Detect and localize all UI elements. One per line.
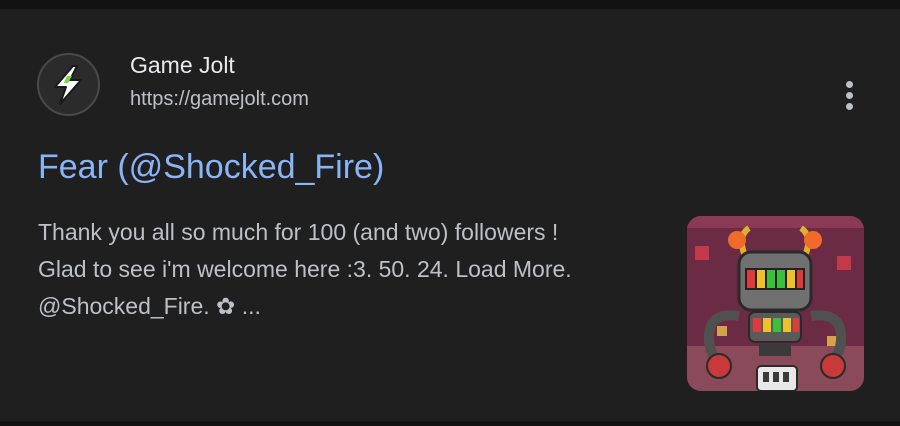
bottom-edge	[0, 421, 900, 426]
snippet-line: Thank you all so much for 100 (and two) …	[38, 219, 559, 245]
robot-character-image	[687, 216, 864, 391]
top-edge	[0, 0, 900, 9]
snippet-line: Glad to see i'm welcome here :3. 50. 24.…	[38, 256, 572, 282]
more-vert-icon-dot	[845, 91, 853, 99]
lightning-bolt-icon	[53, 64, 82, 105]
more-vert-icon	[845, 80, 853, 88]
snippet-line: @Shocked_Fire. ✿ ...	[38, 293, 261, 319]
more-options-button[interactable]	[834, 75, 864, 115]
result-thumbnail[interactable]	[687, 216, 864, 391]
more-vert-icon-dot	[845, 102, 853, 110]
search-result-card: Game Jolt https://gamejolt.com Fear (@Sh…	[0, 9, 900, 421]
site-name: Game Jolt	[130, 52, 235, 78]
gamejolt-logo-icon[interactable]	[37, 53, 100, 116]
site-url: https://gamejolt.com	[130, 88, 309, 110]
result-title-link[interactable]: Fear (@Shocked_Fire)	[38, 145, 384, 189]
result-snippet: Thank you all so much for 100 (and two) …	[38, 214, 658, 325]
